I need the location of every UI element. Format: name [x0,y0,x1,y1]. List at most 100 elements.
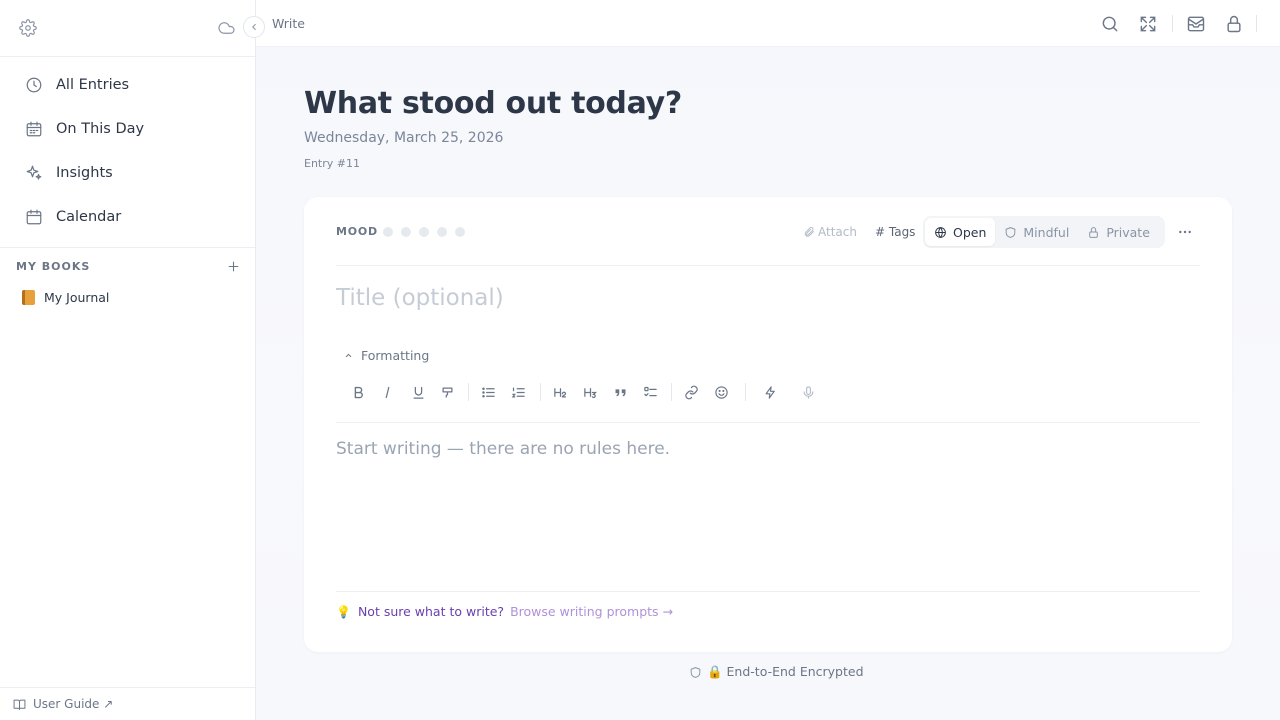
sparkle-icon [26,165,42,180]
page-title: What stood out today? [304,86,682,121]
mode-label: Open [953,224,987,240]
divider [336,422,1200,423]
collapse-sidebar-button[interactable] [243,16,265,38]
divider [671,383,672,401]
top-bar: Write [256,0,1280,47]
sidebar-item-label: Insights [56,165,113,181]
lightbulb-icon: 💡 [336,604,351,619]
plus-icon[interactable] [227,260,240,273]
underline-icon [413,386,423,399]
microphone-icon [803,385,813,399]
mode-open-button[interactable]: Open [925,218,996,246]
divider [336,265,1200,266]
search-icon[interactable] [1100,14,1120,34]
divider [745,383,746,401]
sidebar-item-all-entries[interactable]: All Entries [0,63,255,107]
writing-prompt-row: 💡 Not sure what to write? Browse writing… [336,604,673,619]
prompt-question: Not sure what to write? [357,604,505,619]
bullet-list-button[interactable] [476,380,500,404]
books-section-header: MY BOOKS [0,248,255,284]
italic-icon [385,386,389,398]
entry-number: Entry #11 [304,157,360,170]
sidebar-nav: All Entries On This Day Insights Calenda… [0,57,255,239]
editor-card: MOOD Attach # Tags Open Mindful Private … [304,197,1232,652]
italic-button[interactable] [375,380,399,404]
sidebar-item-label: All Entries [56,77,130,93]
entry-date: Wednesday, March 25, 2026 [304,130,504,146]
heading-3-icon [583,387,597,398]
voice-input-button[interactable] [796,380,820,404]
mode-label: Mindful [1023,224,1070,240]
bullet-list-icon [481,387,495,397]
sidebar-item-calendar[interactable]: Calendar [0,195,255,239]
lock-icon [1089,226,1099,238]
tags-button[interactable]: # Tags [875,225,915,239]
mode-private-button[interactable]: Private [1078,218,1159,246]
book-icon [22,289,35,305]
quick-action-button[interactable] [758,380,782,404]
lock-icon[interactable] [1224,14,1244,34]
numbered-list-icon [511,387,525,397]
divider [468,383,469,401]
cloud-icon[interactable] [217,19,236,37]
mode-label: Private [1106,224,1150,240]
formatting-toggle[interactable]: Formatting [344,348,429,363]
mood-option[interactable] [401,227,411,237]
browse-prompts-link[interactable]: Browse writing prompts → [510,604,673,619]
emoji-button[interactable] [709,380,733,404]
book-label: My Journal [44,289,110,305]
link-button[interactable] [679,380,703,404]
mood-option[interactable] [437,227,447,237]
sidebar-item-on-this-day[interactable]: On This Day [0,107,255,151]
sidebar-item-label: On This Day [56,121,145,137]
divider [336,591,1200,592]
underline-button[interactable] [406,380,430,404]
mood-option[interactable] [383,227,393,237]
more-options-icon[interactable] [1177,224,1193,240]
sidebar-item-label: Calendar [56,209,122,225]
highlight-button[interactable] [435,380,459,404]
visibility-mode-selector: Open Mindful Private [923,216,1165,248]
numbered-list-button[interactable] [506,380,530,404]
open-book-icon [13,699,26,710]
calendar-icon [26,209,42,225]
book-item-my-journal[interactable]: My Journal [0,284,255,310]
heading-3-button[interactable] [578,380,602,404]
emoji-icon [714,385,728,399]
mood-option[interactable] [455,227,465,237]
entry-title-input[interactable] [336,285,936,311]
entry-body-input[interactable] [336,439,1196,579]
calendar-grid-icon [26,121,42,137]
sidebar-item-insights[interactable]: Insights [0,151,255,195]
divider [1256,15,1257,32]
sidebar: All Entries On This Day Insights Calenda… [0,0,265,720]
bold-icon [354,386,363,398]
mode-mindful-button[interactable]: Mindful [995,218,1078,246]
heading-2-button[interactable] [548,380,572,404]
formatting-label: Formatting [361,348,430,363]
user-guide-label: User Guide ↗ [33,697,114,711]
encryption-label: 🔒 End-to-End Encrypted [707,664,864,679]
books-section-title: MY BOOKS [16,259,91,273]
attach-label: Attach [818,225,857,239]
bold-button[interactable] [346,380,370,404]
mood-label: MOOD [336,225,378,238]
gear-icon[interactable] [19,19,37,37]
checklist-button[interactable] [638,380,662,404]
inbox-icon[interactable] [1186,14,1206,34]
attach-button[interactable]: Attach [803,225,857,239]
heading-2-icon [553,387,566,397]
user-guide-link[interactable]: User Guide ↗ [0,687,255,720]
divider [540,383,541,401]
fullscreen-icon[interactable] [1138,14,1158,34]
highlighter-icon [442,387,452,397]
encryption-status: 🔒 End-to-End Encrypted [689,664,864,680]
mood-option[interactable] [419,227,429,237]
main-content: Write What stood out today? Wednesday, M… [256,0,1280,720]
quote-button[interactable] [608,380,632,404]
shield-icon [1006,226,1016,238]
lightning-icon [765,385,775,399]
paperclip-icon [804,227,814,237]
chevron-up-icon [345,353,352,358]
quote-icon [615,388,625,396]
